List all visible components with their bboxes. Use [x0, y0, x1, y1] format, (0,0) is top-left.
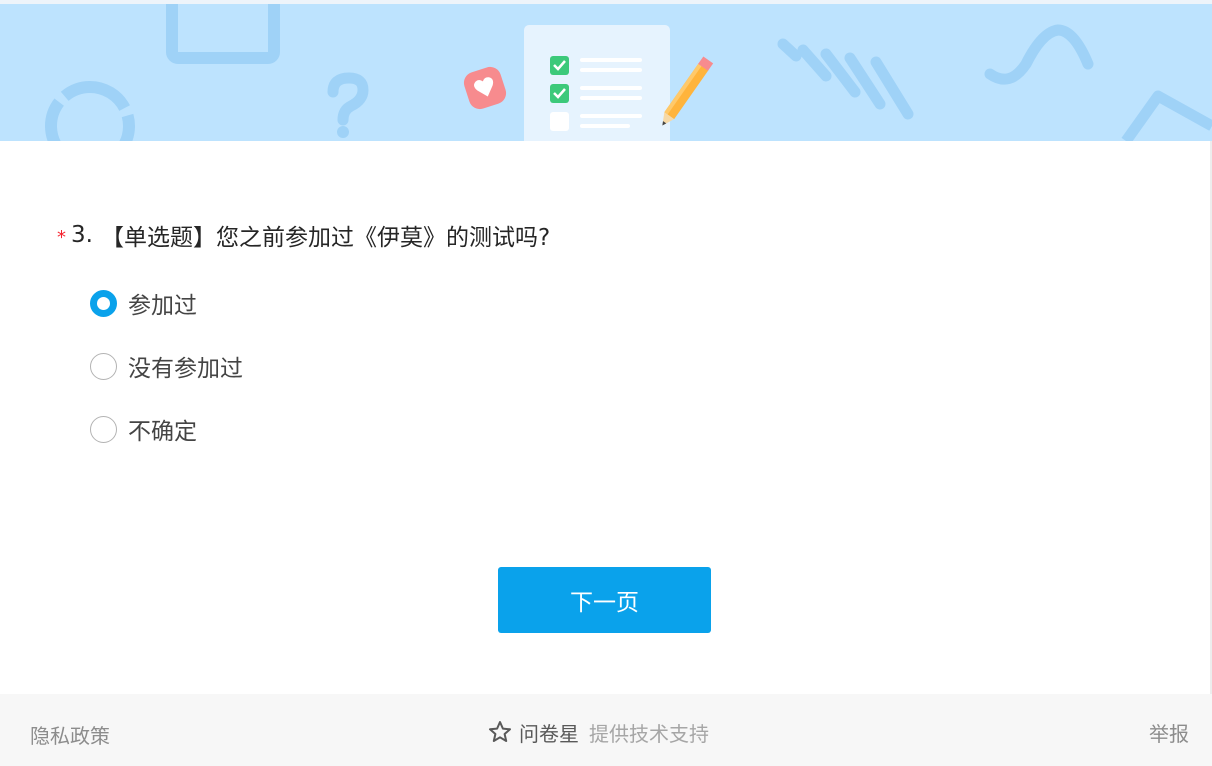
brand-name: 问卷星 — [519, 721, 579, 746]
brand-credit[interactable]: 问卷星 提供技术支持 — [488, 717, 709, 747]
option-not-sure[interactable]: 不确定 — [90, 413, 197, 445]
radio-unchecked-icon[interactable] — [90, 352, 117, 380]
banner-illustration — [45, 4, 1212, 141]
heart-badge-icon — [463, 66, 507, 110]
star-outline-icon — [489, 721, 511, 742]
privacy-policy-link[interactable]: 隐私政策 — [30, 720, 110, 749]
decor-square — [166, 4, 280, 64]
question-title: * 3. 【单选题】您之前参加过《伊莫》的测试吗? — [57, 219, 550, 251]
brand-support-text: 提供技术支持 — [589, 721, 709, 746]
radio-checked-icon[interactable] — [90, 289, 117, 317]
option-label: 参加过 — [128, 293, 197, 319]
decor-question-mark — [327, 72, 369, 126]
required-marker: * — [57, 226, 66, 248]
decor-ring — [45, 81, 135, 141]
decor-triangle — [1121, 90, 1212, 141]
decor-stripes — [777, 38, 914, 120]
footer: 隐私政策 问卷星 提供技术支持 举报 — [0, 694, 1212, 766]
report-link[interactable]: 举报 — [1149, 718, 1189, 747]
option-not-participated[interactable]: 没有参加过 — [90, 350, 243, 382]
checklist-card-icon — [524, 25, 670, 141]
radio-unchecked-icon[interactable] — [90, 415, 117, 443]
question-number: 3. — [71, 222, 93, 248]
option-participated[interactable]: 参加过 — [90, 287, 197, 319]
header-banner — [0, 4, 1212, 141]
question-text: 【单选题】您之前参加过《伊莫》的测试吗? — [100, 225, 551, 251]
decor-squiggle — [984, 24, 1094, 85]
option-label: 没有参加过 — [128, 356, 243, 382]
option-label: 不确定 — [128, 419, 197, 445]
next-page-button[interactable]: 下一页 — [498, 567, 711, 633]
